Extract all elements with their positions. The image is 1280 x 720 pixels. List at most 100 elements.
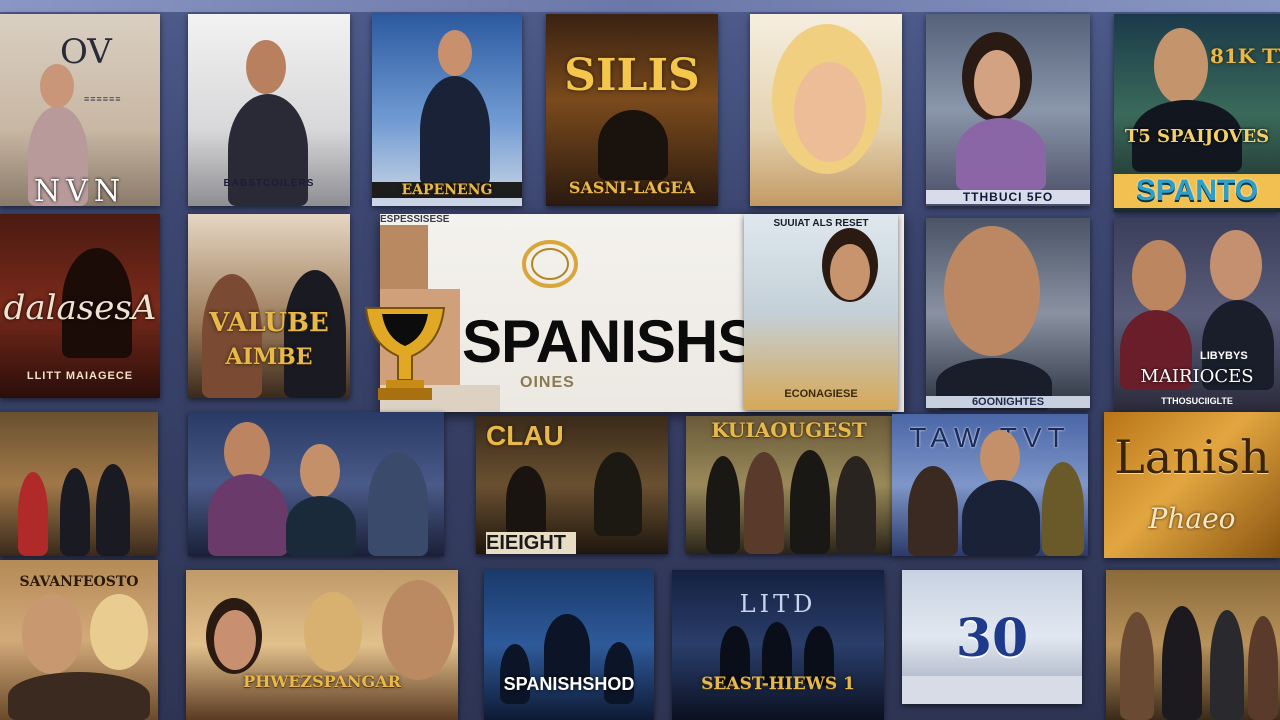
show-tile-r1c4[interactable]: SILIS SASNI-LAGEA (546, 14, 718, 206)
show-tile-r2c1[interactable]: dalasesA LLITT MAIAGECE (0, 214, 160, 398)
figure (96, 464, 130, 556)
show-tile-r1c2[interactable]: BABSTCOILERS (188, 14, 350, 206)
figure (706, 456, 740, 554)
tile-bottom-text: TTHBUCI 5FO (926, 190, 1090, 204)
tile-top-text: CLAU (486, 420, 564, 451)
tile-top-text: dalasesA (3, 288, 157, 328)
figure (1042, 462, 1084, 556)
figure (956, 118, 1046, 190)
tile-top-text: SAVANFEOSTO (19, 574, 139, 590)
show-tile-r1c1[interactable]: OV ≡≡≡≡≡≡ NVN (0, 14, 160, 206)
tile-bottom-text: BABSTCOILERS (223, 178, 315, 189)
face (438, 30, 472, 76)
show-tile-r4c4[interactable]: LITD SEAST-HIEWS 1 (672, 570, 884, 720)
face (1154, 28, 1208, 104)
tile-bottom-text: SASNI-LAGEA (568, 178, 696, 197)
tile-top-text: 30 (955, 608, 1029, 669)
tile-bottom-text: NVN (33, 174, 127, 206)
tile-lines: ≡≡≡≡≡≡ (84, 94, 122, 104)
figure (1248, 616, 1278, 720)
tile-top-text: VALUBE (209, 308, 329, 338)
tile-bottom-text: SEAST-HIEWS 1 (701, 674, 855, 694)
tile-bottom-text: EIEIGHT (486, 532, 576, 554)
face (944, 226, 1040, 356)
figure (962, 480, 1040, 556)
figure (506, 466, 546, 536)
figure (208, 474, 288, 556)
face (1132, 240, 1186, 312)
tile-top-text: LIBYBYS (1200, 350, 1248, 362)
top-frame-bar (0, 0, 1280, 12)
show-tile-r1c6[interactable]: TTHBUCI 5FO (926, 14, 1090, 206)
tile-bottom-text: SPANTO (1114, 174, 1280, 208)
tile-bottom-text: PHWEZSPANGAR (243, 672, 401, 691)
tile-middle-text: T5 SPAIJOVES (1124, 126, 1270, 147)
tile-bottom-text: TTHOSUCIIGLTE (1161, 396, 1233, 406)
figure (1120, 612, 1154, 720)
tile-bottom-text: Phaeo (1148, 502, 1236, 535)
face (380, 225, 428, 289)
figure (1162, 606, 1202, 720)
show-tile-r4c3[interactable]: SPANISHSHOD (484, 570, 654, 720)
tile-bottom-text: SPANISHSHOD (503, 674, 635, 694)
show-tile-r4c6[interactable] (1106, 570, 1280, 720)
tile-middle-text: MAIRIOCES (1140, 366, 1254, 387)
face (974, 50, 1020, 116)
figure (836, 456, 876, 554)
show-tile-r1c3[interactable]: EAPENENG (372, 14, 522, 206)
gold-ring-icon (522, 240, 578, 288)
figure (368, 452, 428, 556)
figure (594, 452, 642, 536)
face (1210, 230, 1262, 300)
tile-top-text: Lanish (1114, 430, 1270, 484)
trophy-icon (364, 307, 446, 400)
face (794, 62, 866, 162)
show-tile-r4c2[interactable]: PHWEZSPANGAR (186, 570, 458, 720)
tile-top-text: SUUIAT ALS RESET (773, 218, 869, 229)
tile-bottom-text: EAPENENG (372, 182, 522, 198)
face (40, 64, 74, 108)
show-tile-r3c1[interactable] (0, 412, 158, 556)
face (214, 610, 256, 670)
tile-top-text: OV (60, 32, 112, 72)
show-tile-r3c3[interactable]: CLAU EIEIGHT (476, 416, 668, 554)
figure (286, 496, 356, 556)
show-tile-r3c2[interactable] (188, 412, 444, 556)
face (980, 430, 1020, 484)
tile-top-text: 81K TX (1210, 44, 1280, 68)
banner-subtitle: OINES (520, 374, 575, 391)
show-tile-r3c5[interactable]: TAW TVT (892, 414, 1088, 556)
show-tile-r3c4[interactable]: KUIAOUGEST (686, 416, 892, 554)
figure (908, 466, 958, 556)
tile-bottom-text: AIMBE (225, 344, 313, 370)
figure (8, 672, 150, 720)
figure (228, 94, 308, 206)
face (224, 422, 270, 482)
show-tile-r3c6[interactable]: Lanish Phaeo (1104, 412, 1280, 558)
figure (18, 472, 48, 556)
face (382, 580, 454, 680)
show-tile-r1c5[interactable] (750, 14, 902, 206)
figure (60, 468, 90, 556)
show-tile-r1c7[interactable]: 81K TX T5 SPAIJOVES SPANTO (1114, 14, 1280, 212)
show-tile-r2c5[interactable]: SUUIAT ALS RESET ECONAGIESE (744, 214, 898, 410)
tile-top-text: KUIAOUGEST (711, 418, 867, 442)
figure (744, 452, 784, 554)
figure (420, 76, 490, 186)
show-tile-r4c1[interactable]: SAVANFEOSTO (0, 560, 158, 720)
show-tile-r2c6[interactable]: 6OONIGHTES (926, 218, 1090, 410)
show-tile-r2c7[interactable]: LIBYBYS MAIRIOCES TTHOSUCIIGLTE (1114, 218, 1280, 412)
figure (902, 676, 1082, 704)
face (246, 40, 286, 94)
show-tile-r2c2[interactable]: VALUBE AIMBE (188, 214, 350, 398)
face (22, 594, 82, 674)
face (304, 592, 362, 672)
figure (790, 450, 830, 554)
figure (598, 110, 668, 180)
tile-top-text: SILIS (564, 50, 700, 101)
face (90, 594, 148, 670)
figure (1210, 610, 1244, 720)
tile-bottom-text: LLITT MAIAGECE (26, 370, 134, 382)
show-tile-r4c5[interactable]: 30 (902, 570, 1082, 704)
face (830, 244, 870, 300)
